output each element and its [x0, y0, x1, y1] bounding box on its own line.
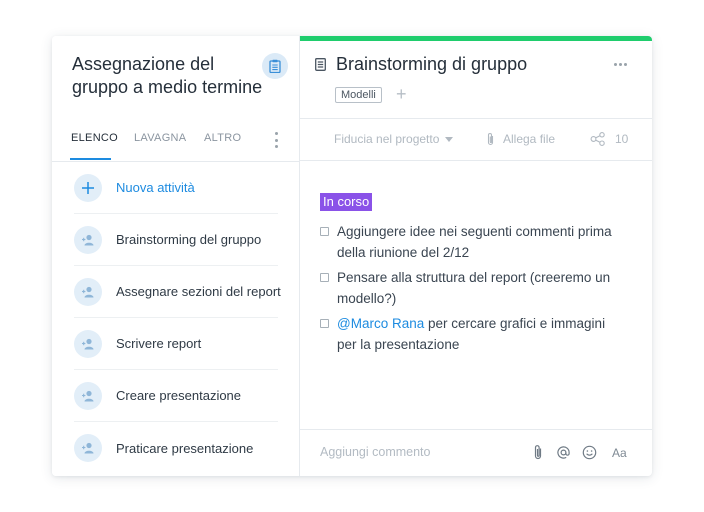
comment-input[interactable]	[320, 445, 500, 459]
project-sidebar: Assegnazione del gruppo a medio termine …	[52, 36, 300, 476]
assign-user-icon[interactable]	[74, 277, 102, 306]
list-item-label: Brainstorming del gruppo	[116, 232, 262, 247]
attach-file-button[interactable]: Allega file	[486, 132, 555, 146]
more-horizontal-icon[interactable]	[614, 63, 627, 66]
followers-count: 10	[615, 132, 629, 146]
task-meta-bar: Fiducia nel progetto Allega file 10	[300, 118, 652, 161]
checklist-text-with-mention: @Marco Rana per cercare grafici e immagi…	[337, 313, 613, 355]
caret-down-icon	[445, 136, 454, 142]
completion-bar	[300, 36, 652, 41]
checkbox[interactable]	[320, 273, 329, 282]
at-mention-icon[interactable]	[556, 445, 571, 465]
tab-elenco[interactable]: ELENCO	[71, 132, 118, 144]
checklist-text: Aggiungere idee nei seguenti commenti pr…	[337, 224, 612, 260]
emoji-icon[interactable]	[582, 445, 597, 465]
paperclip-icon[interactable]	[533, 444, 543, 465]
checklist-item: @Marco Rana per cercare grafici e immagi…	[320, 313, 620, 355]
assign-user-icon[interactable]	[74, 329, 102, 358]
list-item[interactable]: Scrivere report	[74, 318, 278, 370]
list-item[interactable]: Praticare presentazione	[74, 422, 278, 474]
text-format-button[interactable]: Aa	[612, 446, 627, 460]
user-mention-link[interactable]: @Marco Rana	[337, 316, 424, 331]
list-item[interactable]: Creare presentazione	[74, 370, 278, 422]
task-detail-pane: Brainstorming di gruppo Modelli + Fiduci…	[300, 36, 652, 476]
checklist-item: Pensare alla struttura del report (creer…	[320, 267, 620, 309]
tab-lavagna[interactable]: LAVAGNA	[134, 132, 186, 144]
tab-altro[interactable]: ALTRO	[204, 132, 241, 144]
checklist-text: Pensare alla struttura del report (creer…	[337, 270, 611, 306]
assign-user-icon[interactable]	[74, 381, 102, 410]
assign-user-icon[interactable]	[74, 225, 102, 254]
list-item-label: Assegnare sezioni del report	[116, 284, 281, 299]
checkbox[interactable]	[320, 227, 329, 236]
project-field-label: Fiducia nel progetto	[334, 132, 440, 146]
assign-user-icon[interactable]	[74, 434, 102, 462]
plus-icon	[74, 173, 102, 202]
attach-file-label: Allega file	[503, 132, 556, 146]
followers-button[interactable]: 10	[590, 132, 628, 146]
list-item-label: Scrivere report	[116, 336, 202, 351]
list-item[interactable]: Brainstorming del gruppo	[74, 214, 278, 266]
document-icon	[315, 58, 326, 76]
paperclip-icon	[487, 133, 494, 146]
checklist-item: Aggiungere idee nei seguenti commenti pr…	[320, 221, 620, 263]
clipboard-icon[interactable]	[262, 53, 288, 79]
more-vertical-icon[interactable]	[271, 132, 281, 148]
project-title: Assegnazione del gruppo a medio termine	[72, 54, 263, 97]
task-card: Assegnazione del gruppo a medio termine …	[52, 36, 652, 476]
share-icon	[590, 132, 605, 146]
new-task-button[interactable]: Nuova attività	[74, 162, 278, 214]
checkbox[interactable]	[320, 319, 329, 328]
status-badge: In corso	[320, 193, 373, 211]
view-tabs: ELENCO LAVAGNA ALTRO	[52, 126, 300, 162]
tag-chip[interactable]: Modelli	[335, 87, 382, 103]
list-item-label: Nuova attività	[116, 180, 195, 195]
project-field-dropdown[interactable]: Fiducia nel progetto	[334, 132, 454, 146]
list-item[interactable]: Assegnare sezioni del report	[74, 266, 281, 318]
list-item-label: Creare presentazione	[116, 388, 242, 403]
active-tab-indicator	[70, 158, 111, 160]
comment-bar: Aa	[300, 429, 652, 476]
list-item-label: Praticare presentazione	[116, 440, 254, 456]
add-tag-button[interactable]: +	[396, 84, 407, 104]
task-title[interactable]: Brainstorming di gruppo	[336, 54, 527, 75]
